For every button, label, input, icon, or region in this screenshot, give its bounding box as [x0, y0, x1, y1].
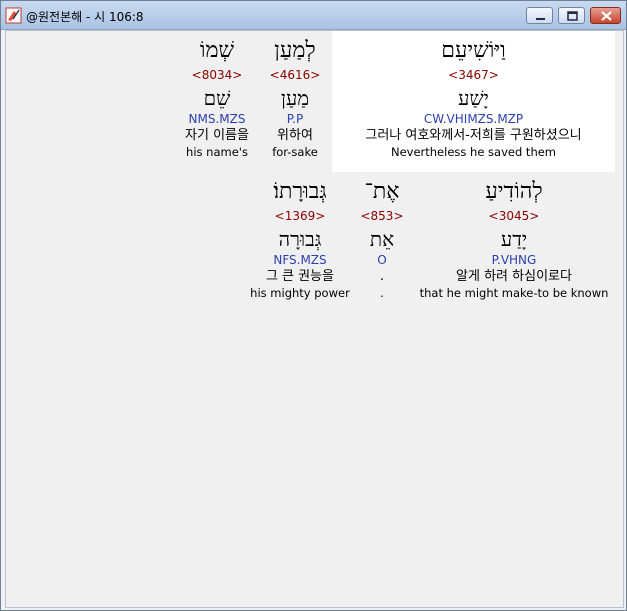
- korean-gloss: .: [379, 269, 385, 284]
- window-title: @원전본해 - 시 106:8: [26, 10, 144, 24]
- maximize-icon: [567, 11, 578, 21]
- hebrew-lemma: יָדַע: [500, 227, 528, 251]
- minimize-button[interactable]: [526, 7, 553, 24]
- hebrew-word: גְּבוּרָתוֹ׃: [273, 179, 327, 204]
- app-icon: [5, 7, 22, 24]
- strongs-number[interactable]: <3045>: [412, 209, 616, 223]
- maximize-button[interactable]: [558, 7, 585, 24]
- close-button[interactable]: [590, 7, 621, 24]
- close-icon: [601, 11, 612, 21]
- strongs-number[interactable]: <8034>: [173, 68, 261, 82]
- hebrew-lemma: גְּבוּרָה: [278, 227, 322, 251]
- strongs-number[interactable]: <1369>: [248, 209, 352, 223]
- english-gloss: his mighty power: [250, 286, 350, 300]
- strongs-number[interactable]: <4616>: [264, 68, 326, 82]
- parse-code: P.P: [286, 112, 304, 126]
- word-vayoshiem[interactable]: וַיּוֹשִׁיעֵם <3467> יָשַׁע CW.VHIMZS.MZ…: [332, 38, 615, 159]
- word-gevurato[interactable]: גְּבוּרָתוֹ׃ <1369> גְּבוּרָה NFS.MZS 그 …: [248, 179, 352, 300]
- english-gloss: .: [380, 286, 384, 300]
- hebrew-word: אֶת־: [364, 179, 400, 204]
- title-bar[interactable]: @원전본해 - 시 106:8: [1, 1, 626, 30]
- word-et[interactable]: אֶת־ <853> אֵת O . .: [356, 179, 408, 300]
- hebrew-word: לְמַעַן: [274, 38, 316, 63]
- word-shemo[interactable]: שְׁמוֹ <8034> שֵׁם NMS.MZS 자기 이름을 his na…: [173, 38, 261, 159]
- korean-gloss: 위하여: [277, 128, 313, 143]
- hebrew-word: וַיּוֹשִׁיעֵם: [441, 38, 506, 63]
- app-window: @원전본해 - 시 106:8 שְׁמוֹ <8034> שֵׁם NMS.M…: [0, 0, 627, 611]
- hebrew-lemma: אֵת: [369, 227, 395, 251]
- parse-code: NFS.MZS: [273, 253, 327, 267]
- hebrew-word: שְׁמוֹ: [199, 38, 235, 63]
- hebrew-lemma: מַעַן: [280, 86, 310, 110]
- korean-gloss: 그러나 여호와께서-저희를 구원하셨으니: [365, 128, 582, 143]
- word-lemaan[interactable]: לְמַעַן <4616> מַעַן P.P 위하여 for-sake: [264, 38, 326, 159]
- korean-gloss: 알게 하려 하심이로다: [456, 269, 572, 284]
- interlinear-view[interactable]: שְׁמוֹ <8034> שֵׁם NMS.MZS 자기 이름을 his na…: [5, 30, 624, 608]
- korean-gloss: 그 큰 권능을: [265, 269, 335, 284]
- strongs-number[interactable]: <3467>: [332, 68, 615, 82]
- parse-code: P.VHNG: [491, 253, 537, 267]
- parse-code: O: [377, 253, 387, 267]
- hebrew-word: לְהוֹדִיעַ: [485, 179, 543, 204]
- english-gloss: for-sake: [272, 145, 318, 159]
- strongs-number[interactable]: <853>: [356, 209, 408, 223]
- english-gloss: Nevertheless he saved them: [390, 145, 557, 159]
- hebrew-lemma: יָשַׁע: [458, 86, 489, 110]
- parse-code: CW.VHIMZS.MZP: [423, 112, 524, 126]
- word-lehodia[interactable]: לְהוֹדִיעַ <3045> יָדַע P.VHNG 알게 하려 하심이…: [412, 179, 616, 300]
- parse-code: NMS.MZS: [188, 112, 246, 126]
- hebrew-lemma: שֵׁם: [203, 86, 231, 110]
- english-gloss: his name's: [186, 145, 248, 159]
- minimize-icon: [536, 18, 545, 20]
- english-gloss: that he might make-to be known: [419, 286, 609, 300]
- korean-gloss: 자기 이름을: [185, 128, 249, 143]
